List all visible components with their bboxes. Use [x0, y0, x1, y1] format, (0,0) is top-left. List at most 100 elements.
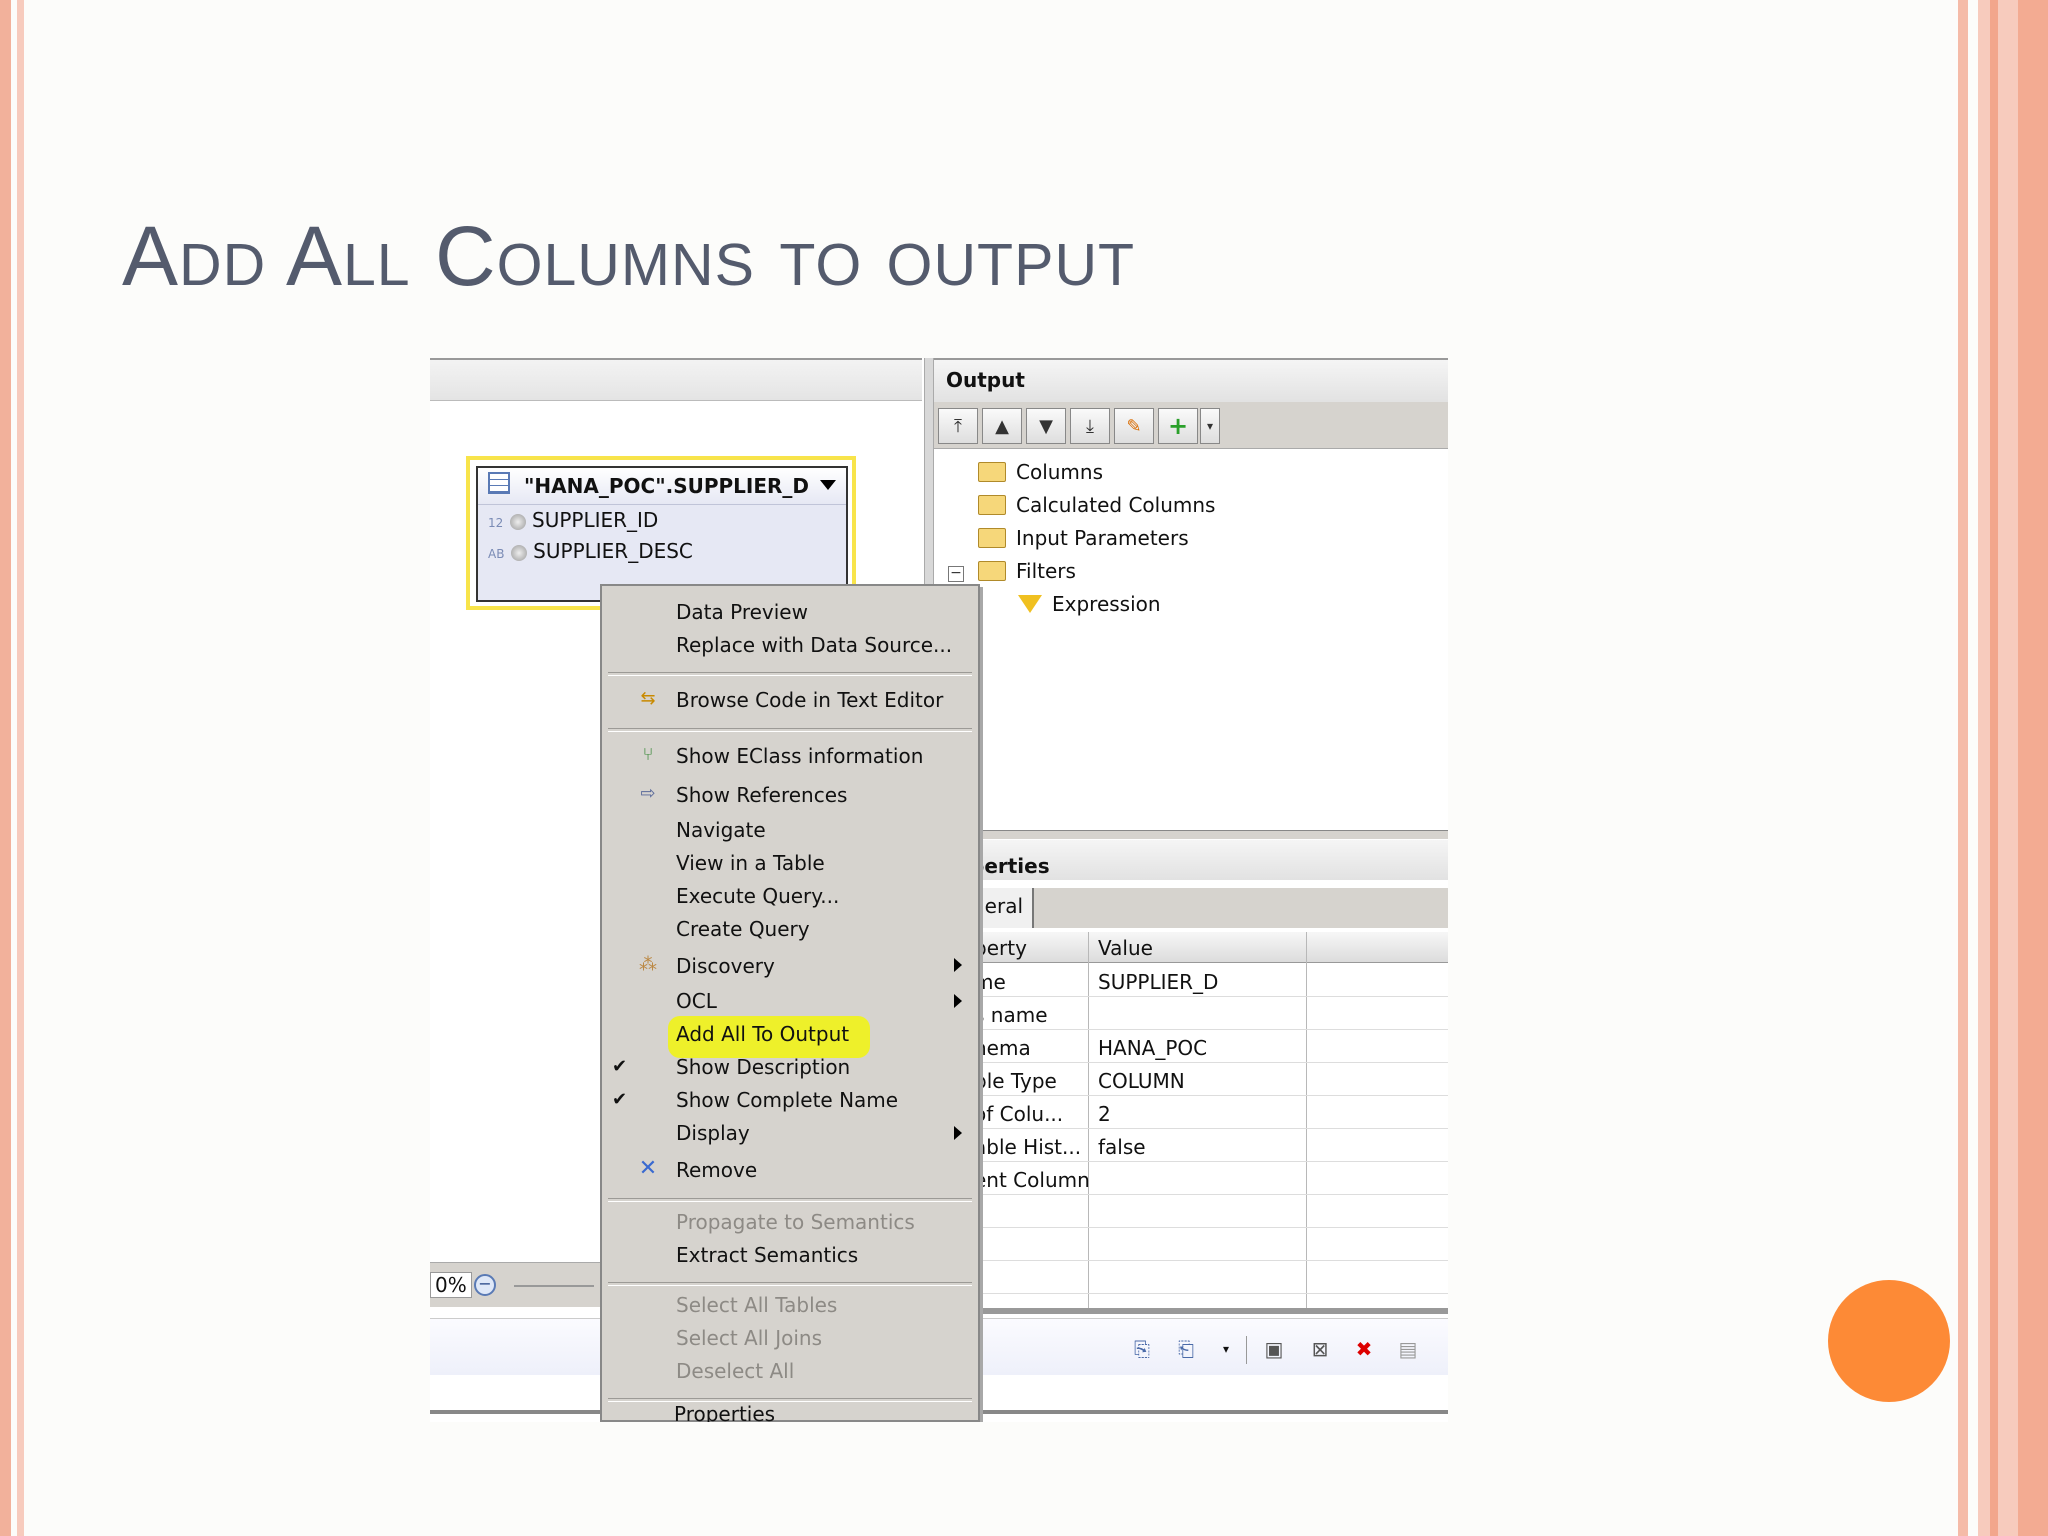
tree-item-label: Filters [1016, 559, 1076, 583]
export-icon[interactable]: ⎗ [1174, 1336, 1198, 1362]
menu-separator [608, 1282, 972, 1286]
submenu-arrow-icon [954, 958, 962, 972]
type-tag: AB [488, 547, 505, 561]
context-menu: Data Preview Replace with Data Source...… [600, 584, 980, 1422]
discovery-icon: ⁂ [639, 953, 657, 975]
menu-item-deselect-all: Deselect All [676, 1359, 795, 1383]
menu-item-replace-with-data-source[interactable]: Replace with Data Source... [676, 633, 952, 657]
menu-item-show-references[interactable]: Show References [676, 783, 847, 807]
table-column-row[interactable]: AB SUPPLIER_DESC [488, 539, 693, 563]
submenu-arrow-icon [954, 994, 962, 1008]
folder-icon [978, 495, 1006, 515]
validate-icon[interactable]: ▣ [1262, 1336, 1286, 1362]
import-icon[interactable]: ⎘ [1130, 1336, 1154, 1362]
menu-item-show-complete-name[interactable]: Show Complete Name [676, 1088, 898, 1112]
row-divider [934, 1128, 1448, 1129]
table-column-row[interactable]: 12 SUPPLIER_ID [488, 508, 658, 532]
row-divider [934, 996, 1448, 997]
dropdown-icon[interactable]: ▾ [1214, 1336, 1238, 1362]
move-down-icon[interactable]: ▼ [1026, 408, 1066, 444]
row-divider [934, 1062, 1448, 1063]
tree-item-filters[interactable]: Filters [978, 559, 1076, 583]
zoom-level[interactable]: 0% [430, 1272, 472, 1298]
property-name: hema [974, 1036, 1031, 1060]
collapse-filters-toggle[interactable]: − [948, 562, 964, 582]
menu-item-display[interactable]: Display [676, 1121, 750, 1145]
tree-item-input-parameters[interactable]: Input Parameters [978, 526, 1189, 550]
menu-item-view-in-table[interactable]: View in a Table [676, 851, 825, 875]
document-icon[interactable]: ▤ [1396, 1336, 1420, 1362]
slide-title: Add All Columns to output [122, 209, 1136, 303]
move-top-icon[interactable]: ⤒ [938, 408, 978, 444]
properties-splitter[interactable] [934, 830, 1448, 839]
property-name: ble Type [974, 1069, 1057, 1093]
dropdown-icon[interactable]: ▾ [1200, 408, 1220, 444]
row-divider [934, 1095, 1448, 1096]
column-name: SUPPLIER_DESC [533, 539, 693, 563]
tree-item-label: Calculated Columns [1016, 493, 1216, 517]
delete-icon[interactable]: ✖ [1352, 1336, 1376, 1362]
property-value[interactable]: false [1098, 1135, 1146, 1159]
delete-rows-icon[interactable]: ⊠ [1308, 1336, 1332, 1362]
tree-item-calculated-columns[interactable]: Calculated Columns [978, 493, 1215, 517]
property-value[interactable]: 2 [1098, 1102, 1111, 1126]
folder-icon [978, 528, 1006, 548]
remove-icon: ✕ [638, 1155, 658, 1181]
menu-item-select-all-joins: Select All Joins [676, 1326, 822, 1350]
move-up-icon[interactable]: ▲ [982, 408, 1022, 444]
check-icon: ✔ [612, 1056, 628, 1077]
eclass-icon: ⑂ [642, 743, 654, 765]
row-divider [934, 1161, 1448, 1162]
tree-item-expression[interactable]: Expression [1018, 592, 1161, 616]
check-icon: ✔ [612, 1089, 628, 1110]
type-tag: 12 [488, 516, 504, 530]
add-icon[interactable]: + [1158, 408, 1198, 444]
menu-item-propagate-to-semantics: Propagate to Semantics [676, 1210, 915, 1234]
column-header-property[interactable]: perty [974, 936, 1027, 960]
left-border-stripe-inner [17, 0, 24, 1536]
row-divider [934, 1194, 1448, 1195]
menu-separator [608, 1198, 972, 1202]
menu-item-show-description[interactable]: Show Description [676, 1055, 850, 1079]
property-value[interactable]: SUPPLIER_D [1098, 970, 1218, 994]
menu-item-properties[interactable]: Properties [674, 1402, 775, 1422]
tree-item-label: Input Parameters [1016, 526, 1189, 550]
table-icon [488, 472, 510, 494]
zoom-slider[interactable] [514, 1285, 594, 1287]
menu-item-ocl[interactable]: OCL [676, 989, 717, 1013]
menu-item-navigate[interactable]: Navigate [676, 818, 766, 842]
menu-separator [608, 728, 972, 732]
filter-icon [1018, 595, 1042, 613]
node-menu-arrow-icon[interactable] [820, 480, 836, 490]
column-header-value[interactable]: Value [1098, 936, 1153, 960]
row-divider [934, 1293, 1448, 1294]
zoom-out-icon[interactable]: − [474, 1274, 496, 1296]
right-border-stripe-outer [2018, 0, 2048, 1536]
toolbar-divider [1246, 1336, 1247, 1364]
menu-item-data-preview[interactable]: Data Preview [676, 600, 808, 624]
menu-item-show-eclass[interactable]: Show EClass information [676, 744, 923, 768]
property-name: ent Column [974, 1168, 1090, 1192]
menu-item-create-query[interactable]: Create Query [676, 917, 810, 941]
right-border-stripe-inner [1990, 0, 1998, 1536]
screenshot: Output ⤒ ▲ ▼ ⤓ ✎ + ▾ Columns Calculated … [430, 358, 1448, 1422]
property-name: of Colu... [974, 1102, 1064, 1126]
menu-item-discovery[interactable]: Discovery [676, 954, 775, 978]
menu-item-execute-query[interactable]: Execute Query... [676, 884, 839, 908]
row-divider [934, 1029, 1448, 1030]
menu-item-browse-code[interactable]: Browse Code in Text Editor [676, 688, 943, 712]
move-bottom-icon[interactable]: ⤓ [1070, 408, 1110, 444]
edit-icon[interactable]: ✎ [1114, 408, 1154, 444]
menu-item-remove[interactable]: Remove [676, 1158, 757, 1182]
menu-item-extract-semantics[interactable]: Extract Semantics [676, 1243, 858, 1267]
submenu-arrow-icon [954, 1126, 962, 1140]
right-border-stripe [1958, 0, 1968, 1536]
property-value[interactable]: COLUMN [1098, 1069, 1185, 1093]
output-panel-title: Output [946, 368, 1025, 392]
menu-item-add-all-to-output[interactable]: Add All To Output [676, 1022, 849, 1046]
property-value[interactable]: HANA_POC [1098, 1036, 1207, 1060]
column-divider [1088, 932, 1089, 1308]
folder-icon [978, 462, 1006, 482]
tree-item-columns[interactable]: Columns [978, 460, 1103, 484]
references-icon: ⇨ [640, 782, 656, 804]
